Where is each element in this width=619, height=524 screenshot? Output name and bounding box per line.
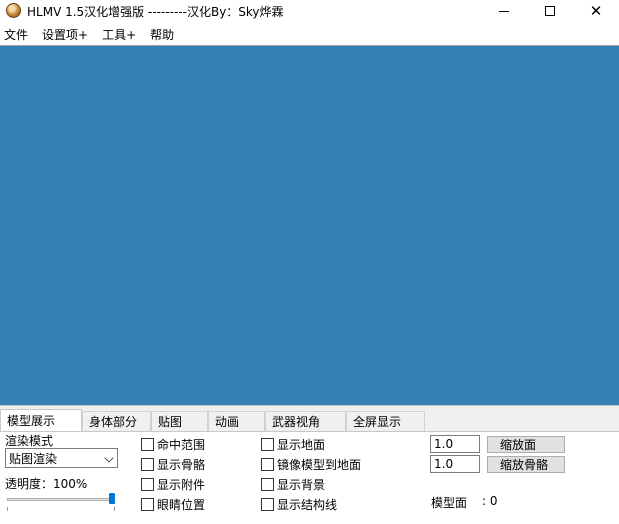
menu-tools[interactable]: 工具+ — [98, 26, 142, 43]
checkbox-box[interactable] — [141, 498, 154, 511]
tab-body-parts[interactable]: 身体部分 — [82, 411, 151, 431]
scale-mesh-input[interactable]: 1.0 — [430, 435, 480, 453]
scale-bones-input[interactable]: 1.0 — [430, 455, 480, 473]
opacity-slider-track[interactable] — [7, 498, 115, 501]
checkbox-label: 显示结构线 — [277, 498, 338, 512]
checkbox-label: 命中范围 — [157, 438, 206, 452]
menu-file[interactable]: 文件 — [0, 26, 34, 43]
tab-weapon-view[interactable]: 武器视角 — [265, 411, 346, 431]
minimize-icon — [499, 10, 509, 12]
menu-settings[interactable]: 设置项+ — [38, 26, 94, 43]
checkbox-show-bones[interactable]: 显示骨骼 — [141, 456, 205, 473]
checkbox-label: 显示地面 — [277, 438, 326, 452]
checkbox-box[interactable] — [261, 438, 274, 451]
checkbox-mirror-model[interactable]: 镜像模型到地面 — [261, 456, 361, 473]
maximize-button[interactable] — [527, 0, 573, 22]
checkbox-box[interactable] — [261, 498, 274, 511]
tab-fullscreen[interactable]: 全屏显示 — [346, 411, 425, 431]
scale-mesh-value: 1.0 — [434, 437, 454, 451]
tab-textures[interactable]: 贴图 — [151, 411, 208, 431]
checkbox-label: 显示背景 — [277, 478, 326, 492]
close-icon: ✕ — [589, 1, 603, 20]
tab-model-display[interactable]: 模型展示 — [0, 409, 82, 431]
checkbox-label: 镜像模型到地面 — [277, 458, 362, 472]
checkbox-box[interactable] — [261, 478, 274, 491]
scale-bones-button[interactable]: 缩放骨骼 — [487, 456, 565, 473]
chevron-down-icon — [104, 453, 114, 463]
window-title: HLMV 1.5汉化增强版 ---------汉化By：Sky烨霖 — [27, 5, 284, 19]
checkbox-box[interactable] — [261, 458, 274, 471]
checkbox-show-ground[interactable]: 显示地面 — [261, 436, 325, 453]
render-mode-label: 渲染模式 — [5, 434, 54, 448]
opacity-slider-ticks — [7, 507, 115, 511]
checkbox-label: 眼睛位置 — [157, 498, 206, 512]
checkbox-box[interactable] — [141, 458, 154, 471]
checkbox-show-background[interactable]: 显示背景 — [261, 476, 325, 493]
checkbox-show-wireframe[interactable]: 显示结构线 — [261, 496, 337, 513]
tab-animation[interactable]: 动画 — [208, 411, 265, 431]
scale-bones-value: 1.0 — [434, 457, 454, 471]
checkbox-label: 显示骨骼 — [157, 458, 206, 472]
render-mode-value: 贴图渲染 — [9, 451, 58, 466]
faces-value: : 0 — [482, 494, 498, 508]
title-bar: HLMV 1.5汉化增强版 ---------汉化By：Sky烨霖 ✕ — [0, 0, 619, 22]
checkbox-box[interactable] — [141, 438, 154, 451]
faces-label: 模型面 — [431, 496, 468, 510]
checkbox-box[interactable] — [141, 478, 154, 491]
checkbox-label: 显示附件 — [157, 478, 206, 492]
menu-bar: 文件 设置项+ 工具+ 帮助 — [0, 24, 619, 44]
opacity-slider-thumb[interactable] — [109, 493, 115, 504]
close-button[interactable]: ✕ — [573, 0, 619, 22]
scale-mesh-button[interactable]: 缩放面 — [487, 436, 565, 453]
checkbox-show-attachments[interactable]: 显示附件 — [141, 476, 205, 493]
checkbox-eye-position[interactable]: 眼睛位置 — [141, 496, 205, 513]
render-mode-select[interactable]: 贴图渲染 — [5, 448, 118, 468]
minimize-button[interactable] — [481, 0, 527, 22]
menu-help[interactable]: 帮助 — [146, 26, 180, 43]
opacity-label: 透明度：100% — [5, 477, 88, 491]
model-viewport[interactable] — [0, 45, 619, 405]
maximize-icon — [545, 6, 555, 16]
app-icon — [6, 3, 21, 18]
tab-strip: 模型展示 身体部分 贴图 动画 武器视角 全屏显示 — [0, 409, 425, 431]
checkbox-hitbox[interactable]: 命中范围 — [141, 436, 205, 453]
